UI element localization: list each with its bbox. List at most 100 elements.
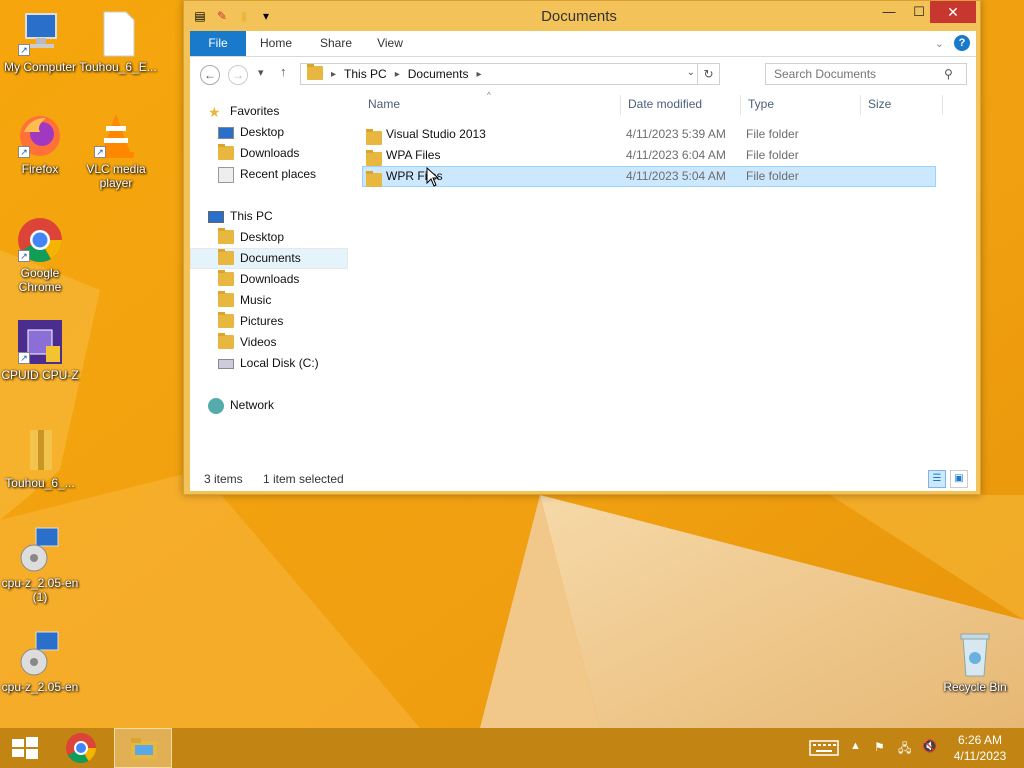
file-row[interactable]: WPA Files 4/11/2023 6:04 AM File folder xyxy=(362,145,936,166)
nav-label: Pictures xyxy=(240,314,284,328)
file-explorer-icon xyxy=(131,738,157,759)
nav-pc-documents[interactable]: Documents xyxy=(190,248,348,269)
desktop-icon-chrome[interactable]: ↗ Google Chrome xyxy=(0,216,80,294)
installer-icon xyxy=(16,630,64,678)
nav-label: Downloads xyxy=(240,146,300,160)
desktop-icon-label: Touhou_6_E... xyxy=(79,60,157,74)
desktop-icon-label: Touhou_6_... xyxy=(5,476,75,490)
file-type: File folder xyxy=(746,169,799,183)
desktop-icon-recycle-bin[interactable]: Recycle Bin xyxy=(935,630,1015,694)
mouse-cursor-icon xyxy=(426,167,440,187)
computer-icon: ↗ xyxy=(16,10,64,58)
large-icons-view-button[interactable]: ▣ xyxy=(950,470,968,488)
desktop-icon-label: My Computer xyxy=(3,60,77,74)
breadcrumb-separator: ▸ xyxy=(394,68,400,80)
breadcrumb-separator[interactable]: ▸ xyxy=(476,69,481,80)
documents-folder-icon xyxy=(218,248,234,267)
column-separator[interactable] xyxy=(942,95,943,115)
taskbar-chrome[interactable] xyxy=(52,728,110,768)
address-bar[interactable]: ▸ This PC ▸ Documents ▸ ⌄ ↻ xyxy=(300,63,720,85)
nav-pc-pictures[interactable]: Pictures xyxy=(218,311,376,332)
breadcrumb-this-pc[interactable]: This PC xyxy=(344,67,387,81)
show-hidden-icons-chevron[interactable]: ▲ xyxy=(850,740,861,768)
status-bar: 3 items 1 item selected ☰ ▣ xyxy=(190,467,976,491)
column-separator[interactable] xyxy=(620,95,621,115)
nav-fav-recent-places[interactable]: Recent places xyxy=(218,164,376,185)
tab-view[interactable]: View xyxy=(372,31,408,56)
back-button[interactable]: ← xyxy=(200,65,220,85)
desktop-icon-firefox[interactable]: ↗ Firefox xyxy=(0,112,80,176)
file-row-selected[interactable]: WPR Files 4/11/2023 5:04 AM File folder xyxy=(362,166,936,187)
column-separator[interactable] xyxy=(860,95,861,115)
desktop-icon-touhou-zip[interactable]: Touhou_6_... xyxy=(0,426,80,490)
vlc-cone-icon: ↗ xyxy=(92,112,140,160)
tab-share[interactable]: Share xyxy=(314,31,358,56)
forward-button[interactable]: → xyxy=(228,65,248,85)
desktop-icon-cpuz[interactable]: ↗ CPUID CPU-Z xyxy=(0,318,80,382)
window-title: Documents xyxy=(541,8,617,25)
nav-fav-downloads[interactable]: Downloads xyxy=(218,143,376,164)
action-center-flag-icon[interactable]: ⚑ xyxy=(874,740,885,768)
expand-ribbon-icon[interactable]: ⌄ xyxy=(935,37,944,50)
windows-logo-icon xyxy=(12,737,38,759)
desktop-icon-cpuz-installer-1[interactable]: cpu-z_2.05-en (1) xyxy=(0,526,80,604)
desktop-icon-vlc[interactable]: ↗ VLC media player xyxy=(76,112,156,190)
nav-label: Desktop xyxy=(240,125,285,139)
address-dropdown-icon[interactable]: ⌄ xyxy=(687,67,695,78)
music-folder-icon xyxy=(218,290,234,309)
nav-favorites[interactable]: ★ Favorites xyxy=(208,101,366,122)
column-header-size[interactable]: Size xyxy=(868,97,891,111)
desktop-icon-my-computer[interactable]: ↗ My Computer xyxy=(0,10,80,74)
nav-network[interactable]: Network xyxy=(208,395,366,416)
item-count: 3 items xyxy=(204,472,243,486)
nav-pc-downloads[interactable]: Downloads xyxy=(218,269,376,290)
title-bar[interactable]: ▤ ✎ ▮ ▾ Documents — ☐ ✕ xyxy=(184,1,980,31)
breadcrumb-documents[interactable]: Documents xyxy=(408,67,469,81)
nav-pc-videos[interactable]: Videos xyxy=(218,332,376,353)
tab-file[interactable]: File xyxy=(190,31,246,56)
touch-keyboard-icon[interactable] xyxy=(808,728,840,768)
search-input[interactable] xyxy=(765,63,967,85)
file-list-pane: ^ Name Date modified Type Size Visual St… xyxy=(362,91,976,467)
nav-label: Music xyxy=(240,293,272,307)
firefox-icon: ↗ xyxy=(16,112,64,160)
nav-fav-desktop[interactable]: Desktop xyxy=(218,122,376,143)
network-status-icon[interactable]: 🖧 xyxy=(898,739,911,768)
shortcut-arrow-icon: ↗ xyxy=(18,250,30,262)
file-date: 4/11/2023 5:04 AM xyxy=(626,169,726,183)
recent-locations-button[interactable]: ▾ xyxy=(258,66,264,79)
up-button[interactable]: ↑ xyxy=(280,64,287,79)
nav-pc-music[interactable]: Music xyxy=(218,290,376,311)
search-icon[interactable]: ⚲ xyxy=(944,67,953,81)
nav-label: Favorites xyxy=(230,104,280,118)
nav-label: Videos xyxy=(240,335,277,349)
tab-home[interactable]: Home xyxy=(252,31,300,56)
file-row[interactable]: Visual Studio 2013 4/11/2023 5:39 AM Fil… xyxy=(362,124,936,145)
taskbar-file-explorer[interactable] xyxy=(114,728,172,768)
close-button[interactable]: ✕ xyxy=(930,1,976,23)
desktop-icon-cpuz-installer[interactable]: cpu-z_2.05-en xyxy=(0,630,80,694)
column-header-date-modified[interactable]: Date modified xyxy=(628,97,702,111)
column-header-name[interactable]: Name xyxy=(368,97,400,111)
system-clock[interactable]: 6:26 AM 4/11/2023 xyxy=(940,732,1020,764)
details-view-button[interactable]: ☰ xyxy=(928,470,946,488)
nav-this-pc[interactable]: This PC xyxy=(208,206,366,227)
column-separator[interactable] xyxy=(740,95,741,115)
column-header-type[interactable]: Type xyxy=(748,97,774,111)
ribbon-right-controls: ⌄ ? xyxy=(935,35,970,51)
volume-muted-icon[interactable]: 🔇 xyxy=(922,739,937,768)
minimize-button[interactable]: — xyxy=(874,1,904,23)
start-button[interactable] xyxy=(0,728,50,768)
help-icon[interactable]: ? xyxy=(954,35,970,51)
desktop-icon-label: CPUID CPU-Z xyxy=(1,368,79,382)
nav-pc-desktop[interactable]: Desktop xyxy=(218,227,376,248)
file-name: WPA Files xyxy=(386,148,441,162)
videos-folder-icon xyxy=(218,332,234,351)
downloads-folder-icon xyxy=(218,269,234,288)
desktop-icon-touhou-exe[interactable]: Touhou_6_E... xyxy=(78,10,158,74)
content-area: ★ Favorites Desktop Downloads Recent pla… xyxy=(190,91,976,467)
nav-pc-local-disk[interactable]: Local Disk (C:) xyxy=(218,353,376,374)
refresh-icon[interactable]: ↻ xyxy=(697,64,719,84)
nav-label: Recent places xyxy=(240,167,317,181)
explorer-window[interactable]: ▤ ✎ ▮ ▾ Documents — ☐ ✕ File Home Share … xyxy=(183,0,981,495)
